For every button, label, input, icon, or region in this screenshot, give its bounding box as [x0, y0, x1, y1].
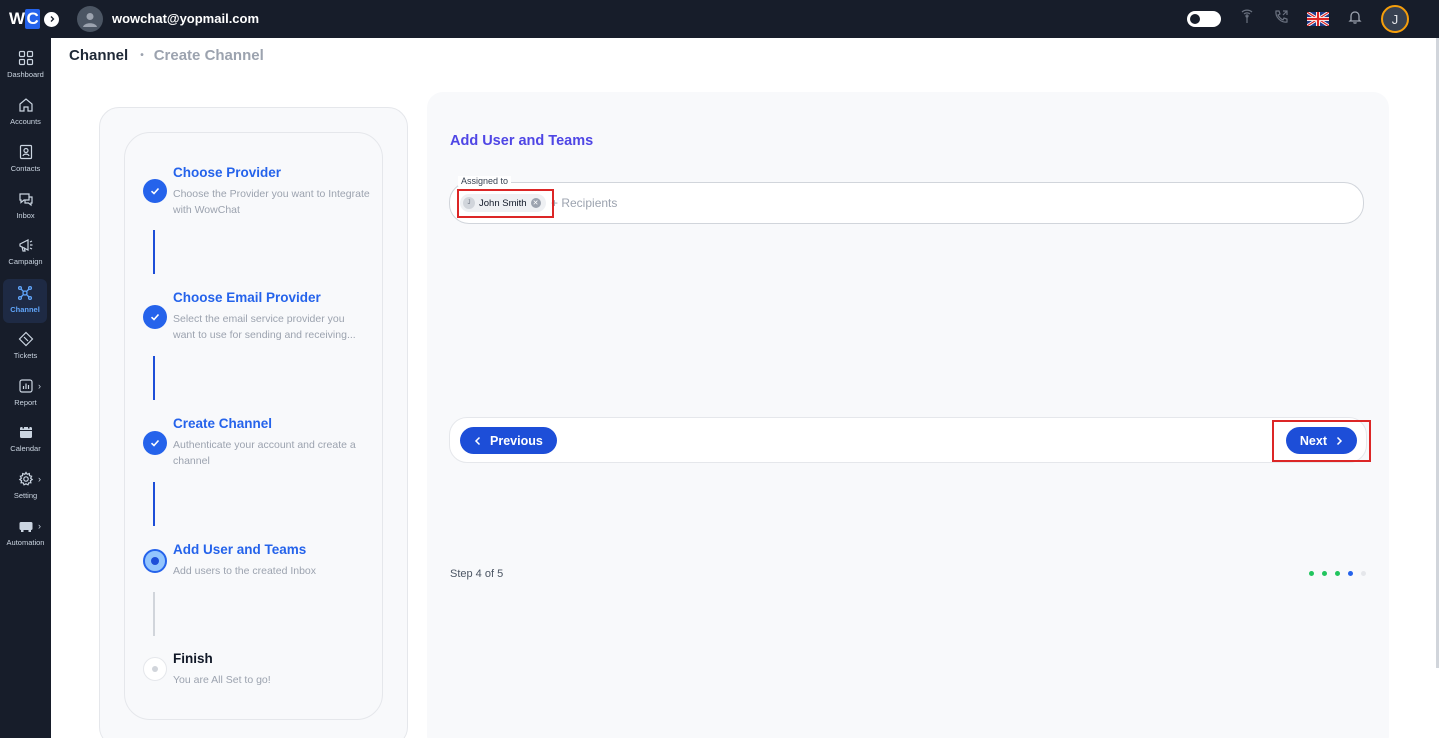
check-icon — [143, 431, 167, 455]
check-icon — [143, 305, 167, 329]
highlight-box — [457, 189, 554, 218]
step-title: Choose Provider — [173, 165, 282, 180]
form-panel: Add User and Teams Assigned to J John Sm… — [427, 92, 1389, 738]
breadcrumb-separator: • — [140, 50, 144, 61]
breadcrumb-current[interactable]: Channel — [69, 47, 128, 64]
main-content: Channel • Create Channel Choose Provider… — [51, 38, 1437, 738]
chevron-left-icon — [474, 436, 481, 445]
sidebar: Dashboard Accounts Contacts Inbox Campai… — [0, 38, 51, 738]
progress-dot — [1348, 571, 1353, 576]
step-title: Finish — [173, 651, 213, 666]
dashboard-icon — [18, 50, 33, 66]
step-title: Choose Email Provider — [173, 290, 321, 305]
top-bar: WC wowchat@yopmail.com J — [0, 0, 1439, 38]
step-desc: Authenticate your account and create a c… — [173, 439, 356, 467]
check-icon — [143, 179, 167, 203]
breadcrumb-sub: Create Channel — [153, 47, 264, 64]
channel-icon — [17, 285, 33, 301]
calendar-icon — [19, 425, 32, 438]
sidebar-item-channel[interactable]: Channel — [3, 279, 47, 323]
sidebar-item-accounts[interactable]: Accounts — [0, 91, 51, 135]
sidebar-item-label: Inbox — [16, 211, 35, 220]
sidebar-item-label: Automation — [6, 538, 45, 547]
sidebar-item-report[interactable]: › Report — [0, 372, 51, 416]
gear-icon — [18, 471, 33, 486]
chevron-right-icon: › — [38, 521, 41, 531]
sidebar-item-tickets[interactable]: Tickets — [0, 325, 51, 369]
sidebar-item-automation[interactable]: › Automation — [0, 512, 51, 556]
assigned-to-label: Assigned to — [458, 176, 512, 186]
user-initial: J — [1391, 11, 1399, 27]
report-icon — [18, 379, 33, 393]
step-title: Add User and Teams — [173, 542, 307, 557]
signal-icon[interactable] — [1239, 9, 1255, 30]
breadcrumb: Channel • Create Channel — [69, 47, 264, 64]
chevron-right-icon: › — [38, 381, 41, 391]
step-desc: Choose the Provider you want to Integrat… — [173, 188, 370, 216]
stepper-panel: Choose Provider Choose the Provider you … — [99, 107, 408, 738]
uk-flag-icon[interactable] — [1307, 12, 1329, 26]
recipients-input[interactable]: + Recipients — [551, 196, 617, 210]
inbox-icon — [18, 193, 33, 207]
pending-step-icon — [143, 657, 167, 681]
sidebar-item-label: Setting — [13, 491, 38, 500]
logo-text: WC — [9, 9, 41, 29]
progress-dot — [1309, 571, 1314, 576]
progress-dot — [1361, 571, 1366, 576]
assigned-to-field[interactable]: Assigned to J John Smith ✕ + Recipients — [449, 176, 1364, 224]
sidebar-item-label: Accounts — [10, 117, 41, 126]
sidebar-item-inbox[interactable]: Inbox — [0, 185, 51, 229]
contacts-icon — [19, 144, 32, 160]
progress-dot — [1322, 571, 1327, 576]
sidebar-toggle-icon[interactable] — [44, 11, 60, 27]
navigation-bar: Previous Next — [449, 417, 1367, 463]
step-counter: Step 4 of 5 — [450, 568, 504, 580]
previous-button[interactable]: Previous — [460, 427, 557, 454]
sidebar-item-setting[interactable]: › Setting — [0, 465, 51, 509]
step-desc: You are All Set to go! — [173, 674, 271, 686]
sidebar-item-label: Contacts — [10, 164, 41, 173]
step-desc: Select the email service provider you wa… — [173, 313, 356, 341]
app-logo[interactable]: WC — [9, 9, 60, 29]
sidebar-item-label: Report — [14, 398, 37, 407]
step-desc: Add users to the created Inbox — [173, 565, 317, 577]
account-avatar-icon[interactable] — [77, 6, 103, 32]
progress-dot — [1335, 571, 1340, 576]
home-icon — [18, 98, 33, 112]
step-connector — [153, 592, 155, 636]
sidebar-item-dashboard[interactable]: Dashboard — [0, 44, 51, 88]
phone-icon[interactable] — [1273, 9, 1289, 30]
account-email: wowchat@yopmail.com — [112, 11, 260, 26]
sidebar-item-campaign[interactable]: Campaign — [0, 231, 51, 275]
megaphone-icon — [18, 239, 32, 252]
step-connector — [153, 230, 155, 274]
sidebar-item-label: Channel — [10, 305, 40, 314]
ticket-icon — [18, 331, 33, 347]
step-title: Create Channel — [173, 416, 273, 431]
bell-icon[interactable] — [1347, 9, 1363, 30]
stepper-card: Choose Provider Choose the Provider you … — [124, 132, 383, 720]
user-avatar[interactable]: J — [1381, 5, 1409, 33]
sidebar-item-label: Dashboard — [7, 70, 44, 79]
highlight-box — [1272, 420, 1371, 462]
section-title: Add User and Teams — [450, 133, 594, 149]
automation-icon — [19, 522, 32, 532]
step-connector — [153, 356, 155, 400]
step-connector — [153, 482, 155, 526]
sidebar-item-label: Campaign — [8, 257, 43, 266]
sidebar-item-contacts[interactable]: Contacts — [0, 138, 51, 182]
sidebar-item-calendar[interactable]: Calendar — [0, 418, 51, 462]
sidebar-item-label: Tickets — [13, 351, 38, 360]
previous-label: Previous — [490, 433, 543, 448]
chevron-right-icon: › — [38, 474, 41, 484]
progress-dots — [1309, 571, 1366, 576]
current-step-icon — [143, 549, 167, 573]
sidebar-item-label: Calendar — [10, 444, 41, 453]
theme-toggle[interactable] — [1187, 11, 1221, 27]
